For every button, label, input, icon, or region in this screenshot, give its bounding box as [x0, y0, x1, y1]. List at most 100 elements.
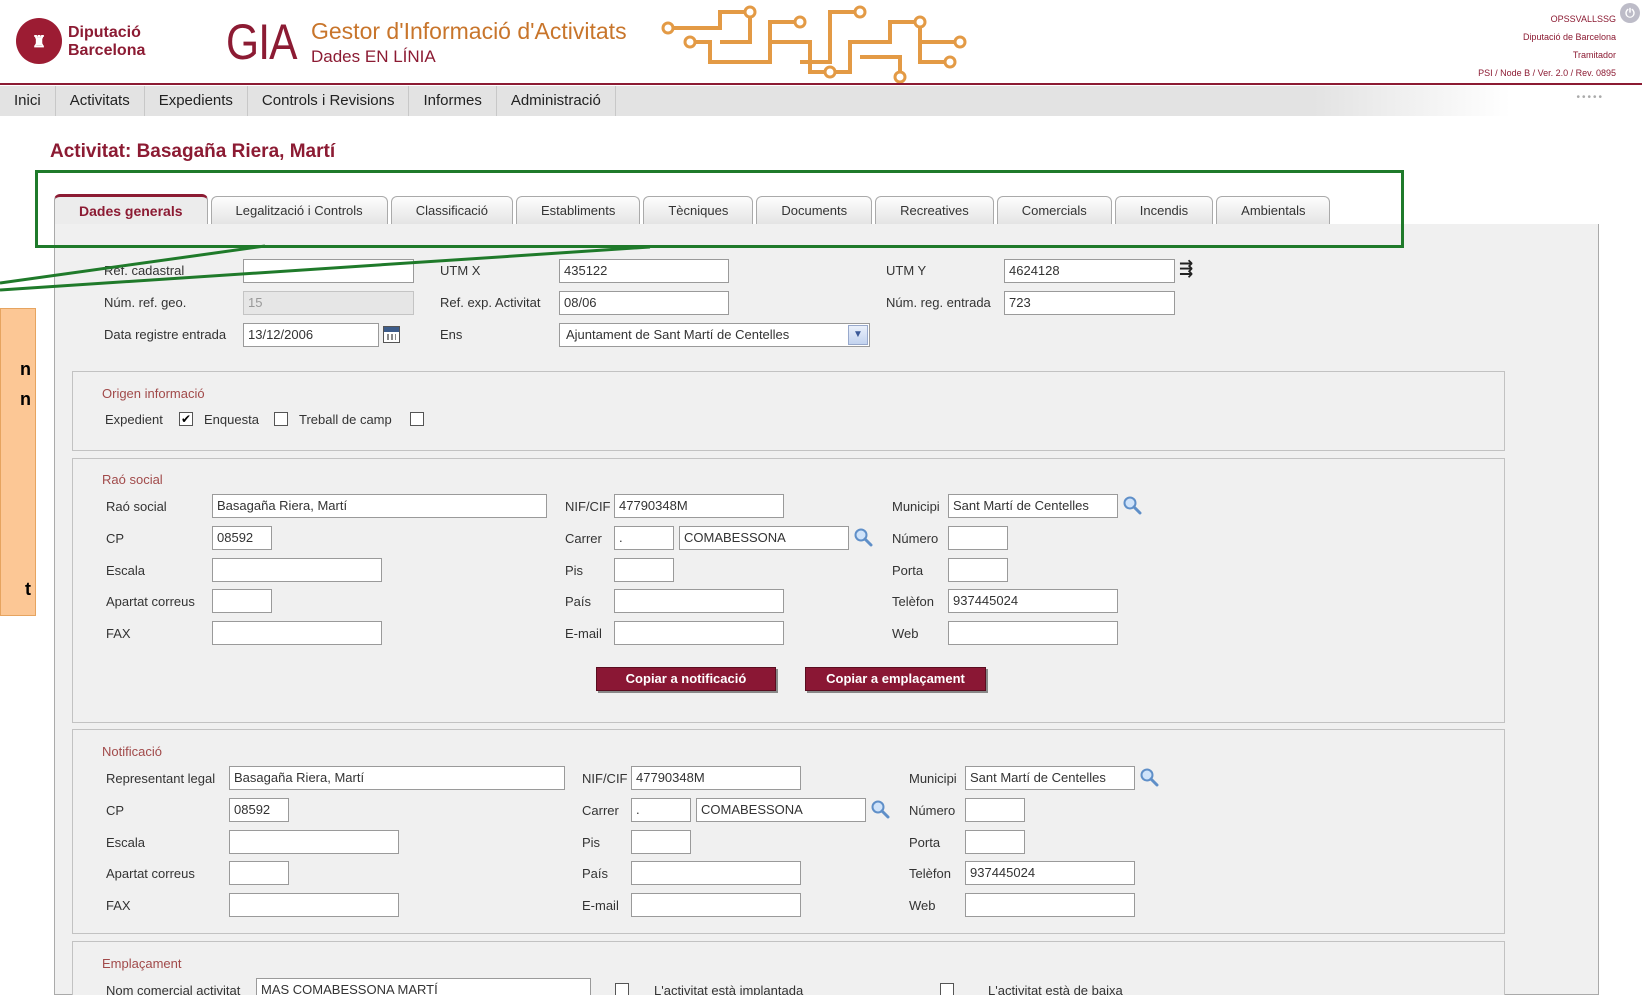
web-input[interactable]	[948, 621, 1118, 645]
notif-escala-input[interactable]	[229, 830, 399, 854]
notif-porta-input[interactable]	[965, 830, 1025, 854]
origen-fieldset	[72, 371, 1505, 451]
notif-nif-input[interactable]: 47790348M	[631, 766, 801, 790]
calendar-icon[interactable]	[383, 326, 400, 343]
ref-exp-input[interactable]: 08/06	[559, 291, 729, 315]
user-role: Tramitador	[1572, 50, 1616, 60]
enquesta-label: Enquesta	[204, 412, 259, 427]
notif-web-input[interactable]	[965, 893, 1135, 917]
treball-camp-label: Treball de camp	[299, 412, 392, 427]
rao-input[interactable]: Basagaña Riera, Martí	[212, 494, 547, 518]
utm-y-label: UTM Y	[886, 263, 927, 278]
logout-power-icon[interactable]: ⏻	[1620, 3, 1640, 23]
copy-to-notification-button[interactable]: Copiar a notificació	[596, 667, 776, 691]
search-carrer-icon[interactable]	[853, 527, 873, 547]
notif-apartat-label: Apartat correus	[106, 866, 195, 881]
utm-x-input[interactable]: 435122	[559, 259, 729, 283]
menu-item-expedients[interactable]: Expedients	[145, 86, 248, 116]
notif-web-label: Web	[909, 898, 936, 913]
notif-telefon-input[interactable]: 937445024	[965, 861, 1135, 885]
carrer-label: Carrer	[565, 531, 602, 546]
fax-input[interactable]	[212, 621, 382, 645]
circuit-decoration-icon	[661, 5, 967, 84]
notif-fax-label: FAX	[106, 898, 131, 913]
porta-input[interactable]	[948, 558, 1008, 582]
cp-input[interactable]: 08592	[212, 526, 272, 550]
org-logo-text: Diputació Barcelona	[68, 24, 145, 60]
app-title: Gestor d'Informació d'Activitats	[311, 18, 627, 44]
search-notif-municipi-icon[interactable]	[1139, 767, 1159, 787]
annotation-callout: n n t	[0, 308, 36, 616]
menu-item-inici[interactable]: Inici	[0, 86, 56, 116]
nom-comercial-label: Nom comercial activitat	[106, 983, 241, 995]
notif-pais-input[interactable]	[631, 861, 801, 885]
telefon-input[interactable]: 937445024	[948, 589, 1118, 613]
coordinates-lookup-icon[interactable]: ⇶	[1179, 259, 1193, 279]
apartat-input[interactable]	[212, 589, 272, 613]
num-ref-geo-input: 15	[243, 291, 414, 315]
notif-municipi-input[interactable]: Sant Martí de Centelles	[965, 766, 1135, 790]
escala-input[interactable]	[212, 558, 382, 582]
web-label: Web	[892, 626, 919, 641]
num-reg-input[interactable]: 723	[1004, 291, 1175, 315]
notif-fax-input[interactable]	[229, 893, 399, 917]
search-notif-carrer-icon[interactable]	[870, 799, 890, 819]
notif-carrer-input[interactable]: COMABESSONA	[696, 798, 866, 822]
notif-apartat-input[interactable]	[229, 861, 289, 885]
notif-carrer-label: Carrer	[582, 803, 619, 818]
email-label: E-mail	[565, 626, 602, 641]
menu-dots: •••••	[1576, 92, 1604, 103]
baixa-checkbox[interactable]	[940, 983, 954, 995]
notif-carrer-tipus-input[interactable]: .	[631, 798, 691, 822]
notif-municipi-label: Municipi	[909, 771, 957, 786]
menu-item-administracio[interactable]: Administració	[497, 86, 616, 116]
representant-input[interactable]: Basagaña Riera, Martí	[229, 766, 565, 790]
notif-pais-label: País	[582, 866, 609, 881]
ens-label: Ens	[440, 327, 463, 342]
expedient-label: Expedient	[105, 412, 163, 427]
app-header: ♜ Diputació Barcelona GIA Gestor d'Infor…	[0, 0, 1642, 85]
menu-item-controls[interactable]: Controls i Revisions	[248, 86, 410, 116]
enquesta-checkbox[interactable]	[274, 412, 288, 426]
tabs-highlight-box	[35, 170, 1404, 248]
pais-input[interactable]	[614, 589, 784, 613]
app-short-name: GIA	[226, 14, 298, 70]
email-input[interactable]	[614, 621, 784, 645]
menu-item-activitats[interactable]: Activitats	[56, 86, 145, 116]
chevron-down-icon[interactable]: ▼	[848, 325, 868, 345]
expedient-checkbox[interactable]: ✔	[179, 412, 193, 426]
utm-y-input[interactable]: 4624128	[1004, 259, 1175, 283]
header-divider	[0, 83, 1642, 85]
data-registre-input[interactable]: 13/12/2006	[243, 323, 379, 347]
notif-cp-input[interactable]: 08592	[229, 798, 289, 822]
treball-camp-checkbox[interactable]	[410, 412, 424, 426]
search-municipi-icon[interactable]	[1122, 495, 1142, 515]
copy-to-location-button[interactable]: Copiar a emplaçament	[805, 667, 986, 691]
ref-cadastral-input[interactable]	[243, 259, 414, 283]
escala-label: Escala	[106, 563, 146, 578]
notif-pis-label: Pis	[582, 835, 601, 850]
nif-input[interactable]: 47790348M	[614, 494, 784, 518]
municipi-input[interactable]: Sant Martí de Centelles	[948, 494, 1118, 518]
notif-numero-input[interactable]	[965, 798, 1025, 822]
carrer-input[interactable]: COMABESSONA	[679, 526, 849, 550]
utm-x-label: UTM X	[440, 263, 481, 278]
pais-label: País	[565, 594, 592, 609]
ens-select[interactable]: Ajuntament de Sant Martí de Centelles ▼	[559, 323, 870, 347]
carrer-tipus-input[interactable]: .	[614, 526, 674, 550]
nom-comercial-input[interactable]: MAS COMABESSONA MARTÍ	[256, 978, 591, 995]
notif-email-input[interactable]	[631, 893, 801, 917]
user-name: OPSSVALLSSG	[1550, 14, 1616, 24]
pis-input[interactable]	[614, 558, 674, 582]
implantada-checkbox[interactable]	[615, 983, 629, 995]
nif-label: NIF/CIF	[565, 499, 611, 514]
menu-item-informes[interactable]: Informes	[409, 86, 497, 116]
num-reg-label: Núm. reg. entrada	[886, 295, 991, 310]
notif-pis-input[interactable]	[631, 830, 691, 854]
apartat-label: Apartat correus	[106, 594, 195, 609]
numero-input[interactable]	[948, 526, 1008, 550]
notif-escala-label: Escala	[106, 835, 146, 850]
telefon-label: Telèfon	[892, 594, 934, 609]
municipi-label: Municipi	[892, 499, 940, 514]
notificacio-legend: Notificació	[102, 744, 162, 759]
